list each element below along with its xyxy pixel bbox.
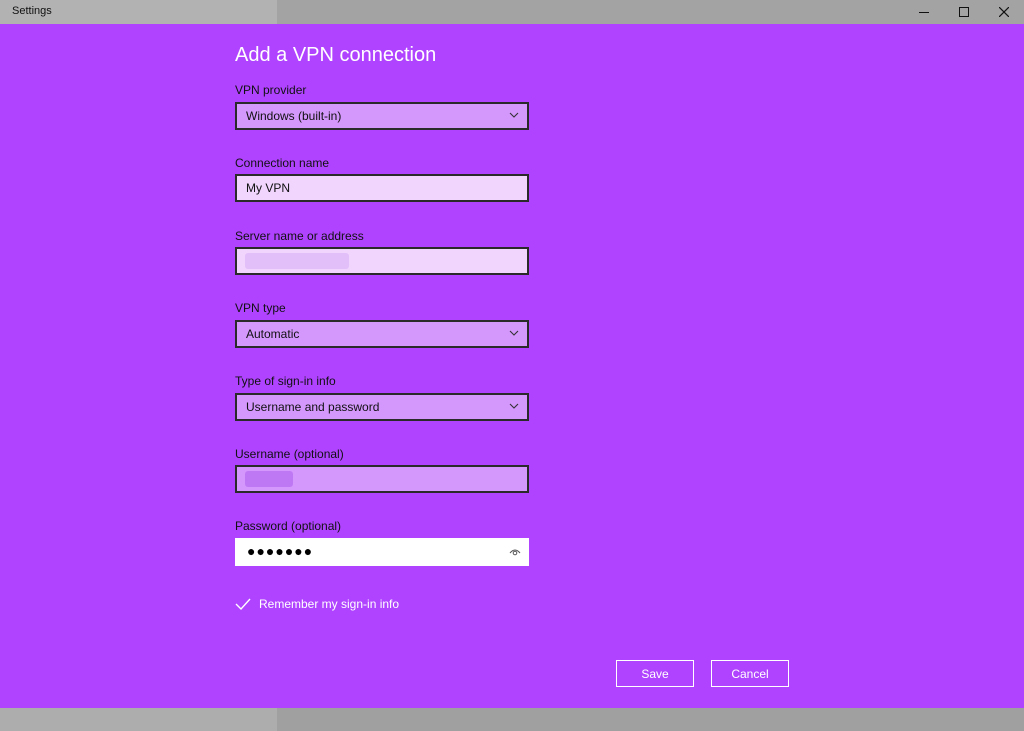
- bottom-strip-left: [0, 708, 277, 731]
- remember-signin-label: Remember my sign-in info: [259, 597, 400, 611]
- minimize-button[interactable]: [904, 0, 944, 24]
- minimize-icon: [919, 11, 929, 13]
- connection-name-value: My VPN: [246, 181, 291, 195]
- checkmark-icon: [235, 598, 251, 611]
- signin-type-value: Username and password: [246, 400, 380, 414]
- username-label: Username (optional): [235, 447, 344, 461]
- password-value: ●●●●●●●: [247, 543, 314, 559]
- vpn-provider-label: VPN provider: [235, 83, 307, 97]
- vpn-type-select[interactable]: Automatic: [235, 320, 529, 348]
- connection-name-input[interactable]: My VPN: [235, 174, 529, 202]
- window-title: Settings: [12, 5, 52, 17]
- username-input[interactable]: [235, 465, 529, 493]
- redacted-text: [245, 253, 349, 269]
- chevron-down-icon: [509, 403, 519, 409]
- cancel-button[interactable]: Cancel: [711, 660, 789, 687]
- connection-name-label: Connection name: [235, 156, 330, 170]
- dialog-heading: Add a VPN connection: [235, 44, 437, 66]
- vpn-provider-value: Windows (built-in): [246, 109, 342, 123]
- save-button[interactable]: Save: [616, 660, 694, 687]
- redacted-text: [245, 471, 293, 487]
- vpn-type-label: VPN type: [235, 301, 286, 315]
- vpn-provider-select[interactable]: Windows (built-in): [235, 102, 529, 130]
- password-input[interactable]: ●●●●●●●: [235, 538, 529, 566]
- server-input[interactable]: [235, 247, 529, 275]
- maximize-button[interactable]: [944, 0, 984, 24]
- password-label: Password (optional): [235, 519, 342, 533]
- server-label: Server name or address: [235, 229, 364, 243]
- chevron-down-icon: [509, 112, 519, 118]
- signin-type-label: Type of sign-in info: [235, 374, 336, 388]
- signin-type-select[interactable]: Username and password: [235, 393, 529, 421]
- close-button[interactable]: [984, 0, 1024, 24]
- chevron-down-icon: [509, 330, 519, 336]
- close-icon: [999, 7, 1009, 17]
- eye-icon[interactable]: [509, 546, 521, 558]
- maximize-icon: [959, 7, 969, 17]
- remember-signin-checkbox[interactable]: Remember my sign-in info: [235, 596, 399, 612]
- vpn-type-value: Automatic: [246, 327, 300, 341]
